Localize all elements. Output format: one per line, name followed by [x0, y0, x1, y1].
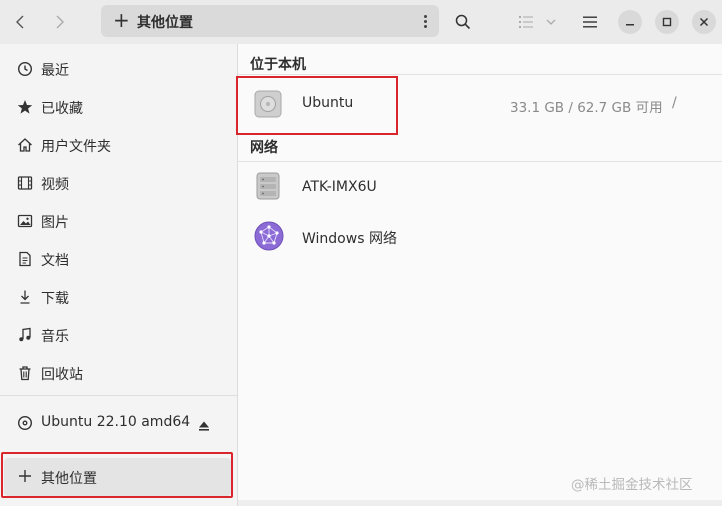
minimize-icon [626, 24, 634, 26]
image-icon [16, 212, 34, 230]
sidebar-item-label: 已收藏 [41, 101, 83, 117]
sidebar-item-recent[interactable]: 最近 [0, 51, 237, 87]
sidebar-item-label: 文档 [41, 253, 69, 269]
highlight-annotation-ubuntu [236, 76, 398, 135]
hamburger-menu-icon [583, 16, 597, 28]
disc-icon [16, 414, 34, 432]
star-icon [16, 98, 34, 116]
sidebar-item-pictures[interactable]: 图片 [0, 203, 237, 239]
header-bar: + 其他位置 [0, 0, 722, 44]
location-name: Windows 网络 [302, 231, 397, 247]
back-button[interactable] [6, 8, 34, 36]
section-title-local: 位于本机 [250, 57, 306, 73]
sidebar-item-label: 下载 [41, 291, 69, 307]
sidebar-item-home[interactable]: 用户文件夹 [0, 127, 237, 163]
minimize-button[interactable] [618, 10, 642, 34]
chevron-left-icon [16, 15, 24, 29]
search-button[interactable] [450, 9, 476, 35]
sidebar-item-trash[interactable]: 回收站 [0, 355, 237, 391]
plus-icon: + [113, 8, 130, 32]
sidebar-item-label: Ubuntu 22.10 amd64 [41, 414, 191, 430]
search-icon [455, 14, 471, 30]
mount-point: / [672, 95, 677, 111]
server-icon [256, 172, 280, 200]
storage-info: 33.1 GB / 62.7 GB 可用 [510, 100, 663, 116]
eject-button[interactable] [198, 417, 210, 436]
list-view-icon [519, 16, 533, 28]
maximize-button[interactable] [655, 10, 679, 34]
close-button[interactable] [692, 10, 716, 34]
maximize-icon [662, 17, 672, 27]
sidebar-item-downloads[interactable]: 下载 [0, 279, 237, 315]
view-list-button[interactable] [514, 9, 540, 35]
chevron-right-icon [56, 15, 64, 29]
highlight-annotation-sidebar [1, 452, 233, 498]
clock-icon [16, 60, 34, 78]
download-icon [16, 288, 34, 306]
music-icon [16, 326, 34, 344]
eject-icon [199, 421, 209, 431]
film-icon [16, 174, 34, 192]
network-row-windows[interactable]: Windows 网络 [238, 214, 722, 260]
watermark: @稀土掘金技术社区 [571, 477, 693, 493]
sidebar-item-music[interactable]: 音乐 [0, 317, 237, 353]
sidebar: 最近 已收藏 用户文件夹 视频 图片 文档 下载 音乐 回收站 Ubuntu 2… [0, 44, 238, 506]
section-title-network: 网络 [250, 140, 278, 156]
sidebar-item-label: 视频 [41, 177, 69, 193]
home-icon [16, 136, 34, 154]
chevron-down-icon [546, 19, 556, 25]
close-icon [699, 17, 709, 27]
sidebar-item-label: 回收站 [41, 367, 83, 383]
sidebar-item-label: 图片 [41, 215, 69, 231]
sidebar-item-documents[interactable]: 文档 [0, 241, 237, 277]
main-content: 位于本机 Ubuntu 33.1 GB / 62.7 GB 可用 / 网络 AT… [236, 44, 722, 506]
network-globe-icon [254, 221, 284, 251]
sidebar-divider [0, 395, 237, 396]
path-bar[interactable]: + 其他位置 [101, 5, 439, 37]
path-menu-button[interactable] [419, 11, 431, 31]
section-divider [238, 161, 722, 162]
document-icon [16, 250, 34, 268]
network-row-atk-imx6u[interactable]: ATK-IMX6U [238, 164, 722, 210]
view-options-button[interactable] [542, 9, 560, 35]
sidebar-item-label: 最近 [41, 63, 69, 79]
trash-icon [16, 364, 34, 382]
main-menu-button[interactable] [577, 9, 603, 35]
connect-bar [238, 500, 722, 506]
location-name: ATK-IMX6U [302, 179, 377, 195]
sidebar-item-label: 用户文件夹 [41, 139, 111, 155]
forward-button[interactable] [46, 8, 74, 36]
sidebar-item-device-ubuntu[interactable]: Ubuntu 22.10 amd64 [0, 405, 237, 441]
sidebar-item-starred[interactable]: 已收藏 [0, 89, 237, 125]
sidebar-item-videos[interactable]: 视频 [0, 165, 237, 201]
sidebar-item-label: 音乐 [41, 329, 69, 345]
path-label: 其他位置 [137, 15, 193, 31]
